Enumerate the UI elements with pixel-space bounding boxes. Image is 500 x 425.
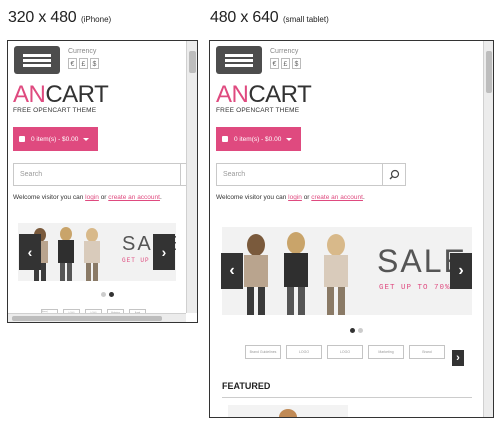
iphone-vertical-scroll-thumb[interactable] <box>189 51 196 73</box>
banner-sale-subtext: GET UP TO 70% <box>379 284 451 292</box>
store-logo[interactable]: ANCART <box>216 81 312 108</box>
caret-down-icon <box>286 137 293 141</box>
welcome-text: Welcome visitor you can login or create … <box>216 194 365 201</box>
logo-cart: CART <box>248 81 312 108</box>
caret-down-icon <box>83 137 90 141</box>
create-account-link[interactable]: create an account <box>108 194 160 201</box>
slider-dot-2[interactable] <box>358 328 363 333</box>
featured-heading: FEATURED <box>222 381 271 391</box>
shopping-bag-icon <box>19 136 25 142</box>
welcome-or: or <box>100 194 107 201</box>
welcome-suffix: . <box>362 194 365 201</box>
search-input[interactable]: Search <box>13 163 181 186</box>
store-logo[interactable]: ANCART <box>13 81 109 108</box>
caption-tablet: 480 x 640 (small tablet) <box>210 9 329 27</box>
iphone-horizontal-scrollbar[interactable] <box>8 313 186 322</box>
cart-label: 0 item(s) - $0.00 <box>234 135 282 143</box>
caption-tablet-dims: 480 x 640 <box>210 9 279 26</box>
iphone-vertical-scrollbar[interactable] <box>186 41 197 313</box>
currency-dollar[interactable]: $ <box>292 58 301 69</box>
logo-cart: CART <box>45 81 109 108</box>
chevron-right-icon: › <box>161 244 167 260</box>
models-image <box>244 232 348 315</box>
caption-tablet-device: (small tablet) <box>282 15 329 24</box>
search-placeholder: Search <box>223 171 246 178</box>
caption-iphone-device: (iPhone) <box>80 15 112 24</box>
magnifier-icon <box>389 169 400 180</box>
featured-product-image[interactable] <box>228 405 348 417</box>
chevron-left-icon: ‹ <box>27 244 33 260</box>
slider-prev-button[interactable]: ‹ <box>221 253 243 289</box>
welcome-prefix: Welcome visitor you can <box>216 194 287 201</box>
slider-dot-1[interactable] <box>350 328 355 333</box>
search-input[interactable]: Search <box>216 163 383 186</box>
slider-prev-button[interactable]: ‹ <box>19 234 41 270</box>
brand-logo-1[interactable]: Brand Guidelines <box>245 345 281 359</box>
brand-logo-2[interactable]: LOGO <box>286 345 322 359</box>
chevron-right-icon: › <box>458 262 464 279</box>
currency-label: Currency <box>68 48 97 55</box>
product-model-image <box>279 409 297 417</box>
welcome-or: or <box>303 194 310 201</box>
slider-dot-1[interactable] <box>101 292 106 297</box>
welcome-suffix: . <box>159 194 162 201</box>
caption-iphone: 320 x 480 (iPhone) <box>8 9 111 27</box>
brand-logo-3[interactable]: LOGO <box>327 345 363 359</box>
logo-subtitle: FREE OPENCART THEME <box>216 107 300 114</box>
welcome-prefix: Welcome visitor you can <box>13 194 84 201</box>
currency-dollar[interactable]: $ <box>90 58 99 69</box>
cart-button[interactable]: 0 item(s) - $0.00 <box>216 127 301 151</box>
currency-euro[interactable]: € <box>68 58 77 69</box>
login-link[interactable]: login <box>85 194 99 201</box>
tablet-vertical-scroll-thumb[interactable] <box>486 51 492 93</box>
slider-next-button[interactable]: › <box>450 253 472 289</box>
search-button[interactable] <box>383 163 406 186</box>
chevron-left-icon: ‹ <box>229 262 235 279</box>
currency-pound[interactable]: £ <box>281 58 290 69</box>
logo-an: AN <box>13 81 46 108</box>
tablet-preview-frame: Currency € £ $ ANCART FREE OPENCART THEM… <box>209 40 494 418</box>
search-placeholder: Search <box>20 171 43 178</box>
slider-next-button[interactable]: › <box>153 234 175 270</box>
menu-button[interactable] <box>14 46 60 74</box>
promo-banner[interactable]: SALE GET UP TO 70% <box>222 227 472 315</box>
currency-pound[interactable]: £ <box>79 58 88 69</box>
featured-divider <box>222 397 472 398</box>
shopping-bag-icon <box>222 136 228 142</box>
logo-subtitle: FREE OPENCART THEME <box>13 107 97 114</box>
login-link[interactable]: login <box>288 194 302 201</box>
create-account-link[interactable]: create an account <box>311 194 363 201</box>
menu-button[interactable] <box>216 46 262 74</box>
iphone-preview-frame: Currency € £ $ ANCART FREE OPENCART THEM… <box>7 40 198 323</box>
cart-button[interactable]: 0 item(s) - $0.00 <box>13 127 98 151</box>
tablet-vertical-scrollbar[interactable] <box>483 41 493 417</box>
logo-an: AN <box>216 81 249 108</box>
currency-label: Currency <box>270 48 299 55</box>
caption-iphone-dims: 320 x 480 <box>8 9 77 26</box>
slider-dot-2[interactable] <box>109 292 114 297</box>
iphone-horizontal-scroll-thumb[interactable] <box>12 316 162 321</box>
brand-logo-4[interactable]: Marketing <box>368 345 404 359</box>
chevron-right-icon: › <box>456 352 460 364</box>
brand-logo-5[interactable]: Brand <box>409 345 445 359</box>
cart-label: 0 item(s) - $0.00 <box>31 135 79 143</box>
currency-euro[interactable]: € <box>270 58 279 69</box>
brands-next-button[interactable]: › <box>452 350 464 366</box>
welcome-text: Welcome visitor you can login or create … <box>13 194 162 201</box>
